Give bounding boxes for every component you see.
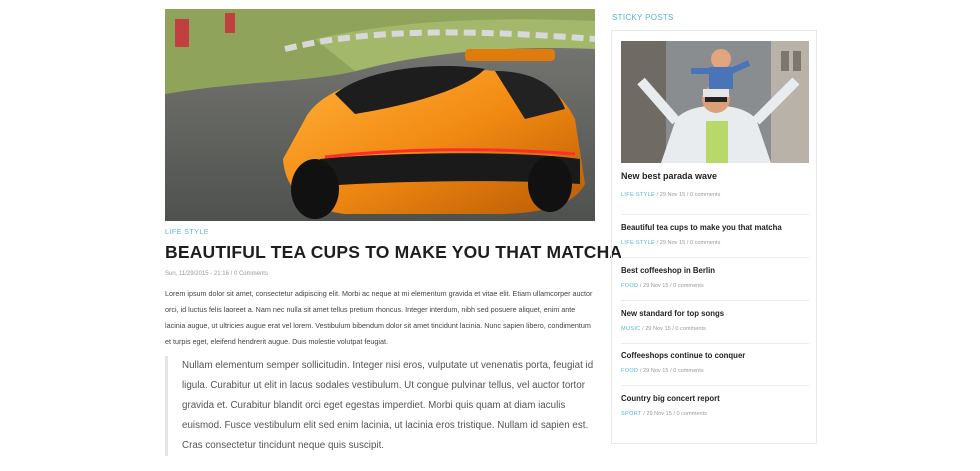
sticky-post-date: / 29 Nov 15 / 0 comments [641,411,707,417]
divider [621,300,809,301]
sticky-post-meta: MUSIC / 29 Nov 15 / 0 comments [621,326,706,332]
article-category[interactable]: LIFE STYLE [165,229,595,236]
sticky-posts-heading: STICKY POSTS [612,13,674,22]
sticky-post-date: / 29 Nov 15 / 0 comments [638,283,704,289]
divider [621,385,809,386]
divider [621,343,809,344]
sticky-post-date: / 29 Nov 15 / 0 comments [638,368,704,374]
sticky-post-image[interactable] [621,41,809,163]
article-hero-image[interactable] [165,9,595,221]
sticky-post-meta: FOOD / 29 Nov 15 / 0 comments [621,368,704,374]
sticky-post-title[interactable]: New best parada wave [621,171,717,181]
sticky-post-title[interactable]: Best coffeeshop in Berlin [621,266,715,275]
sticky-post-title[interactable]: Coffeeshops continue to conquer [621,351,745,360]
sticky-post-category[interactable]: FOOD [621,283,638,289]
sticky-post-meta: LIFE STYLE / 29 Nov 15 / 0 comments [621,192,720,198]
sticky-post-date: / 29 Nov 15 / 0 comments [655,192,721,198]
divider [621,257,809,258]
sticky-post-date: / 29 Nov 15 / 0 comments [640,326,706,332]
sticky-post-title[interactable]: New standard for top songs [621,309,724,318]
sticky-post-title[interactable]: Country big concert report [621,394,720,403]
sticky-post-category[interactable]: SPORT [621,411,642,417]
sticky-post-category[interactable]: FOOD [621,368,638,374]
sticky-post-date: / 29 Nov 15 / 0 comments [655,240,721,246]
article-body: Lorem ipsum dolor sit amet, consectetur … [165,289,593,346]
divider [621,214,809,215]
father-child-photo [621,41,809,163]
sticky-post-meta: SPORT / 29 Nov 15 / 0 comments [621,411,707,417]
sticky-posts-widget: New best parada wave LIFE STYLE / 29 Nov… [611,30,817,444]
sports-car-illustration [165,9,595,221]
article-title[interactable]: BEAUTIFUL TEA CUPS TO MAKE YOU THAT MATC… [165,242,622,263]
sticky-post-category[interactable]: MUSIC [621,326,641,332]
article-blockquote: Nullam elementum semper sollicitudin. In… [165,356,595,456]
sticky-post-title[interactable]: Beautiful tea cups to make you that matc… [621,223,782,232]
sticky-post-meta: LIFE STYLE / 29 Nov 15 / 0 comments [621,240,720,246]
sticky-post-category[interactable]: LIFE STYLE [621,240,655,246]
article-meta: Sun, 11/29/2015 - 21:16 / 0 Comments [165,271,268,277]
sticky-post-meta: FOOD / 29 Nov 15 / 0 comments [621,283,704,289]
article: LIFE STYLE BEAUTIFUL TEA CUPS TO MAKE YO… [165,9,622,456]
sticky-post-category[interactable]: LIFE STYLE [621,192,655,198]
